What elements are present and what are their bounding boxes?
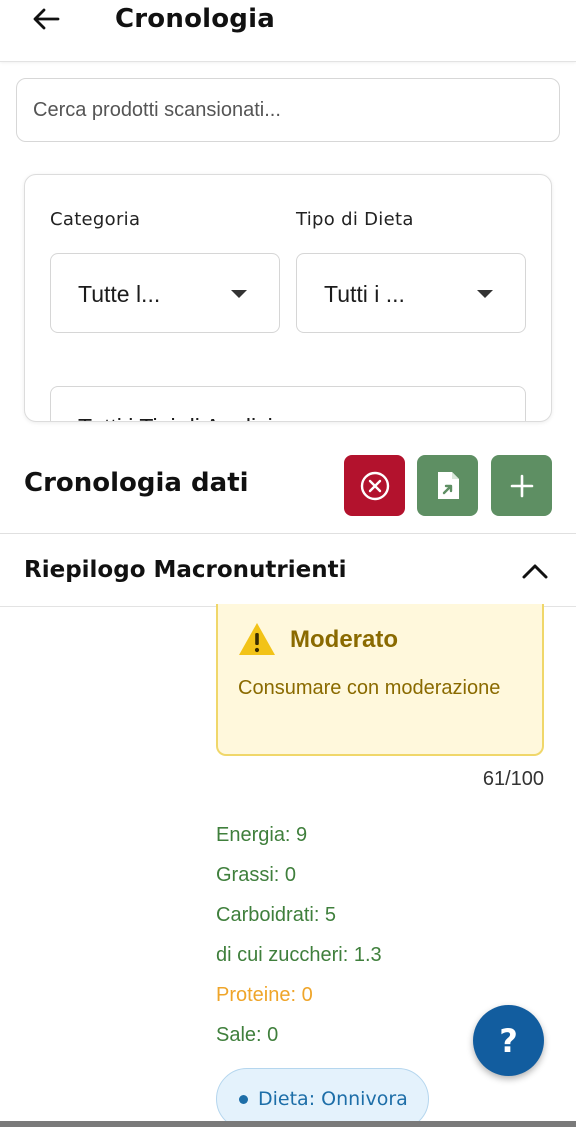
dropdown-arrow-icon bbox=[477, 290, 493, 298]
history-header: Cronologia dati bbox=[0, 438, 576, 534]
category-select-value: Tutte l... bbox=[78, 281, 161, 307]
diet-badge: Dieta: Onnivora bbox=[216, 1068, 429, 1127]
rating-warning-card: Moderato Consumare con moderazione bbox=[216, 604, 544, 756]
analysis-type-select[interactable]: Tutti i Tipi di Analisi bbox=[50, 386, 526, 421]
help-label: ? bbox=[499, 1021, 518, 1060]
diet-badge-label: Dieta: Onnivora bbox=[258, 1088, 408, 1110]
arrow-left-icon bbox=[33, 8, 60, 30]
bullet-dot-icon bbox=[239, 1094, 248, 1104]
search-box bbox=[16, 78, 560, 142]
dropdown-arrow-icon bbox=[231, 290, 247, 298]
macro-summary-toggle[interactable]: Riepilogo Macronutrienti bbox=[0, 535, 576, 607]
nutrient-fat: Grassi: 0 bbox=[216, 864, 297, 886]
help-button[interactable]: ? bbox=[473, 1005, 544, 1076]
rating-description: Consumare con moderazione bbox=[238, 677, 501, 699]
warning-triangle-icon bbox=[239, 623, 275, 655]
nutrient-carbs: Carboidrati: 5 bbox=[216, 904, 337, 926]
chevron-up-icon bbox=[522, 564, 548, 579]
bottom-scroll-edge bbox=[0, 1121, 576, 1127]
search-input[interactable] bbox=[17, 79, 559, 141]
back-button[interactable] bbox=[28, 2, 64, 36]
app-bar: Cronologia bbox=[0, 0, 576, 62]
close-circle-icon bbox=[360, 471, 389, 500]
nutrient-protein: Proteine: 0 bbox=[216, 984, 313, 1006]
nutrient-salt: Sale: 0 bbox=[216, 1024, 279, 1046]
add-button[interactable] bbox=[491, 455, 552, 516]
nutrient-energy: Energia: 9 bbox=[216, 824, 308, 846]
category-select[interactable]: Tutte l... bbox=[50, 253, 280, 333]
diet-type-select[interactable]: Tutti i ... bbox=[296, 253, 526, 333]
plus-icon bbox=[510, 474, 533, 497]
macro-summary-title: Riepilogo Macronutrienti bbox=[24, 557, 347, 583]
file-export-icon bbox=[437, 471, 459, 499]
clear-history-button[interactable] bbox=[344, 455, 405, 516]
page-title: Cronologia bbox=[115, 4, 275, 34]
export-button[interactable] bbox=[417, 455, 478, 516]
rating-title: Moderato bbox=[290, 626, 398, 653]
category-label: Categoria bbox=[50, 209, 141, 230]
history-title: Cronologia dati bbox=[24, 468, 249, 498]
diet-type-select-value: Tutti i ... bbox=[324, 281, 405, 307]
nutrient-sugars: di cui zuccheri: 1.3 bbox=[216, 944, 382, 966]
analysis-type-select-value: Tutti i Tipi di Analisi bbox=[78, 387, 273, 421]
score-value: 61/100 bbox=[482, 768, 544, 790]
diet-type-label: Tipo di Dieta bbox=[296, 209, 414, 230]
filter-card: Categoria Tipo di Dieta Tutte l... Tutti… bbox=[24, 174, 552, 422]
